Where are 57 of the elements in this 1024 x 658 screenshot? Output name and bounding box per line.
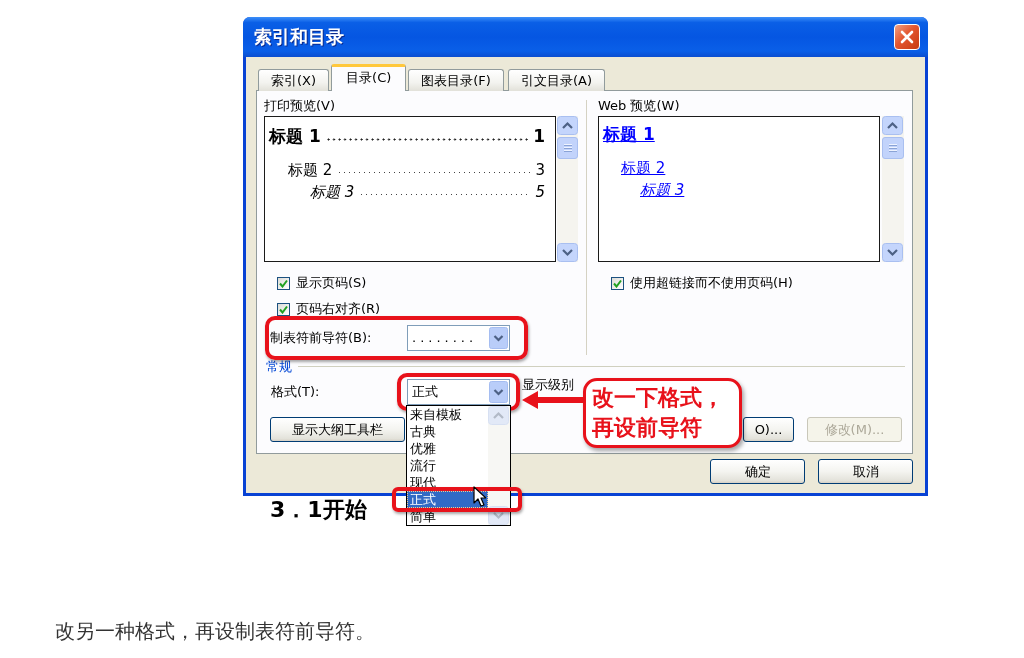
dropdown-option[interactable]: 优雅 [407,440,488,457]
check-icon [279,278,288,288]
scroll-up-icon[interactable] [557,116,578,135]
dropdown-option[interactable]: 古典 [407,423,488,440]
dialog-button[interactable]: 显示大纲工具栏 [270,417,405,442]
toc-heading: 标题 1 [269,125,321,146]
section-heading: 3．1开始 [270,497,367,523]
toc-link[interactable]: 标题 3 [640,181,685,199]
preview-label: Web 预览(W) [598,97,681,115]
format-dropdown[interactable]: 正式 [407,379,510,405]
toc-link[interactable]: 标题 2 [621,159,666,177]
field-label: 制表符前导符(B): [270,330,373,346]
scroll-down-icon[interactable] [557,243,578,262]
dialog-button[interactable]: 取消 [818,459,913,484]
group-label: 常规 [266,360,292,373]
scroll-thumb[interactable] [557,137,578,159]
field-label: 显示级别 [522,377,574,392]
chevron-down-icon[interactable] [489,381,508,403]
caption: 改另一种格式，再设制表符前导符。 [55,619,375,643]
page-number: 1 [533,125,545,146]
close-button[interactable] [894,24,920,50]
tab[interactable]: 引文目录(A) [507,69,605,91]
scroll-up-icon[interactable] [882,116,903,135]
checkbox[interactable] [611,276,624,290]
dropdown-option[interactable]: 来自模板 [407,406,488,423]
scrollbar[interactable] [882,116,904,262]
window-title: 索引和目录 [254,26,344,48]
dialog-button[interactable]: 确定 [710,459,805,484]
callout-arrow [522,391,583,409]
toc-heading: 标题 2 [288,161,333,179]
dropdown-option[interactable]: 流行 [407,457,488,474]
dialog-button[interactable]: O)... [743,417,794,442]
callout: 改一下格式，再设前导符 [583,378,742,448]
toc-link[interactable]: 标题 1 [603,123,655,144]
scrollbar[interactable] [557,116,578,262]
chevron-down-icon[interactable] [489,327,508,349]
field-label: 格式(T): [271,383,321,401]
tab[interactable]: 索引(X) [258,69,330,91]
page-number: 3 [535,161,545,179]
close-icon [900,30,914,44]
check-icon [613,278,622,288]
preview-label: 打印预览(V) [264,97,337,115]
toc-heading: 标题 3 [310,183,355,201]
checkbox[interactable] [277,276,290,290]
page-number: 5 [535,183,545,201]
check-icon [279,304,288,314]
checkbox-label: 显示页码(S) [296,275,367,291]
dropdown-option[interactable]: 正式 [407,491,488,508]
checkbox-label: 使用超链接而不使用页码(H) [630,275,793,291]
tab[interactable]: 目录(C) [331,64,407,91]
scroll-down-icon[interactable] [882,243,903,262]
scroll-thumb[interactable] [882,137,904,159]
tab[interactable]: 图表目录(F) [408,69,504,91]
mouse-pointer-icon [473,486,486,507]
leader-dropdown[interactable]: ........ [407,325,510,351]
checkbox[interactable] [277,302,290,316]
checkbox-label: 页码右对齐(R) [296,301,381,317]
